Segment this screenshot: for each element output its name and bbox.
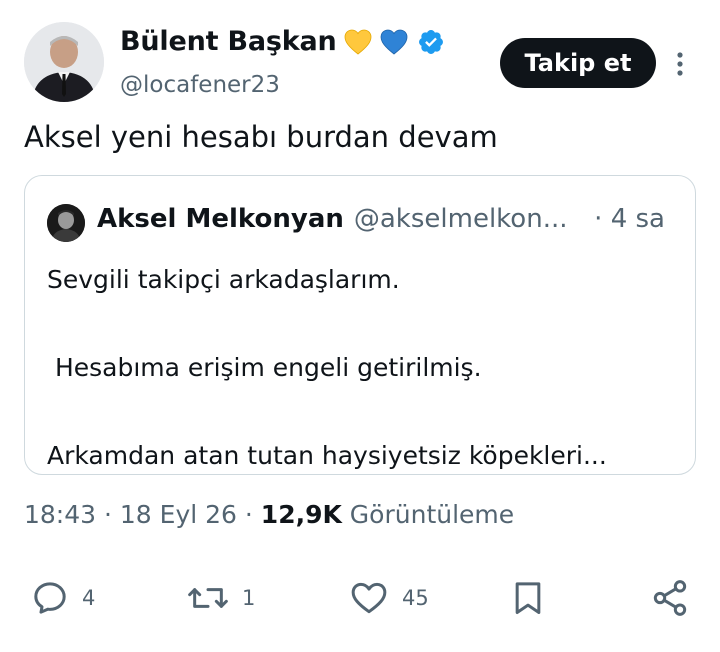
author-avatar[interactable]: [24, 22, 104, 102]
quoted-tweet-card[interactable]: Aksel Melkonyan @akselmelkon... · 4 sa S…: [24, 175, 696, 475]
tweet-time[interactable]: 18:43: [24, 500, 96, 529]
bookmark-button[interactable]: [508, 570, 548, 626]
share-icon: [653, 580, 687, 616]
quote-author-avatar[interactable]: [47, 204, 85, 242]
blue-heart-icon: [379, 27, 409, 57]
quote-timestamp[interactable]: · 4 sa: [594, 204, 665, 234]
author-name-row: Bülent Başkan: [120, 26, 445, 57]
follow-button[interactable]: Takip et: [500, 38, 656, 88]
like-button[interactable]: 45: [348, 570, 429, 626]
like-count: 45: [402, 586, 429, 610]
quote-line-spacer: [47, 390, 667, 434]
quote-author-name[interactable]: Aksel Melkonyan: [97, 204, 344, 234]
quote-line: Hesabıma erişim engeli getirilmiş.: [47, 353, 482, 382]
bookmark-icon: [515, 582, 541, 614]
verified-badge-icon[interactable]: [417, 28, 445, 56]
meta-separator: ·: [96, 500, 120, 529]
quote-body: Sevgili takipçi arkadaşlarım. Hesabıma e…: [47, 258, 667, 478]
quote-line: Arkamdan atan tutan haysiyetsiz köpekler…: [47, 441, 607, 470]
heart-icon: [351, 582, 387, 614]
author-handle[interactable]: @locafener23: [120, 72, 280, 98]
yellow-heart-icon: [343, 27, 373, 57]
views-label: Görüntüleme: [341, 500, 515, 529]
reply-button[interactable]: 4: [30, 570, 95, 626]
reply-icon: [34, 582, 66, 614]
action-bar: 4 1 45: [0, 570, 720, 626]
retweet-count: 1: [242, 586, 256, 610]
tweet-date[interactable]: 18 Eyl 26: [120, 500, 237, 529]
retweet-button[interactable]: 1: [186, 570, 255, 626]
quote-author-handle[interactable]: @akselmelkon...: [354, 204, 568, 234]
reply-count: 4: [82, 586, 96, 610]
share-button[interactable]: [650, 570, 690, 626]
tweet-meta: 18:43 · 18 Eyl 26 · 12,9K Görüntüleme: [24, 500, 514, 529]
quote-line: Sevgili takipçi arkadaşlarım.: [47, 265, 400, 294]
more-options-icon[interactable]: [668, 48, 692, 80]
quote-header: Aksel Melkonyan @akselmelkon...: [97, 204, 568, 234]
quote-line-spacer: [47, 302, 667, 346]
author-name[interactable]: Bülent Başkan: [120, 26, 337, 57]
meta-separator: ·: [236, 500, 261, 529]
views-count[interactable]: 12,9K: [261, 500, 342, 529]
retweet-icon: [188, 588, 228, 608]
tweet-text: Aksel yeni hesabı burdan devam: [24, 120, 498, 154]
